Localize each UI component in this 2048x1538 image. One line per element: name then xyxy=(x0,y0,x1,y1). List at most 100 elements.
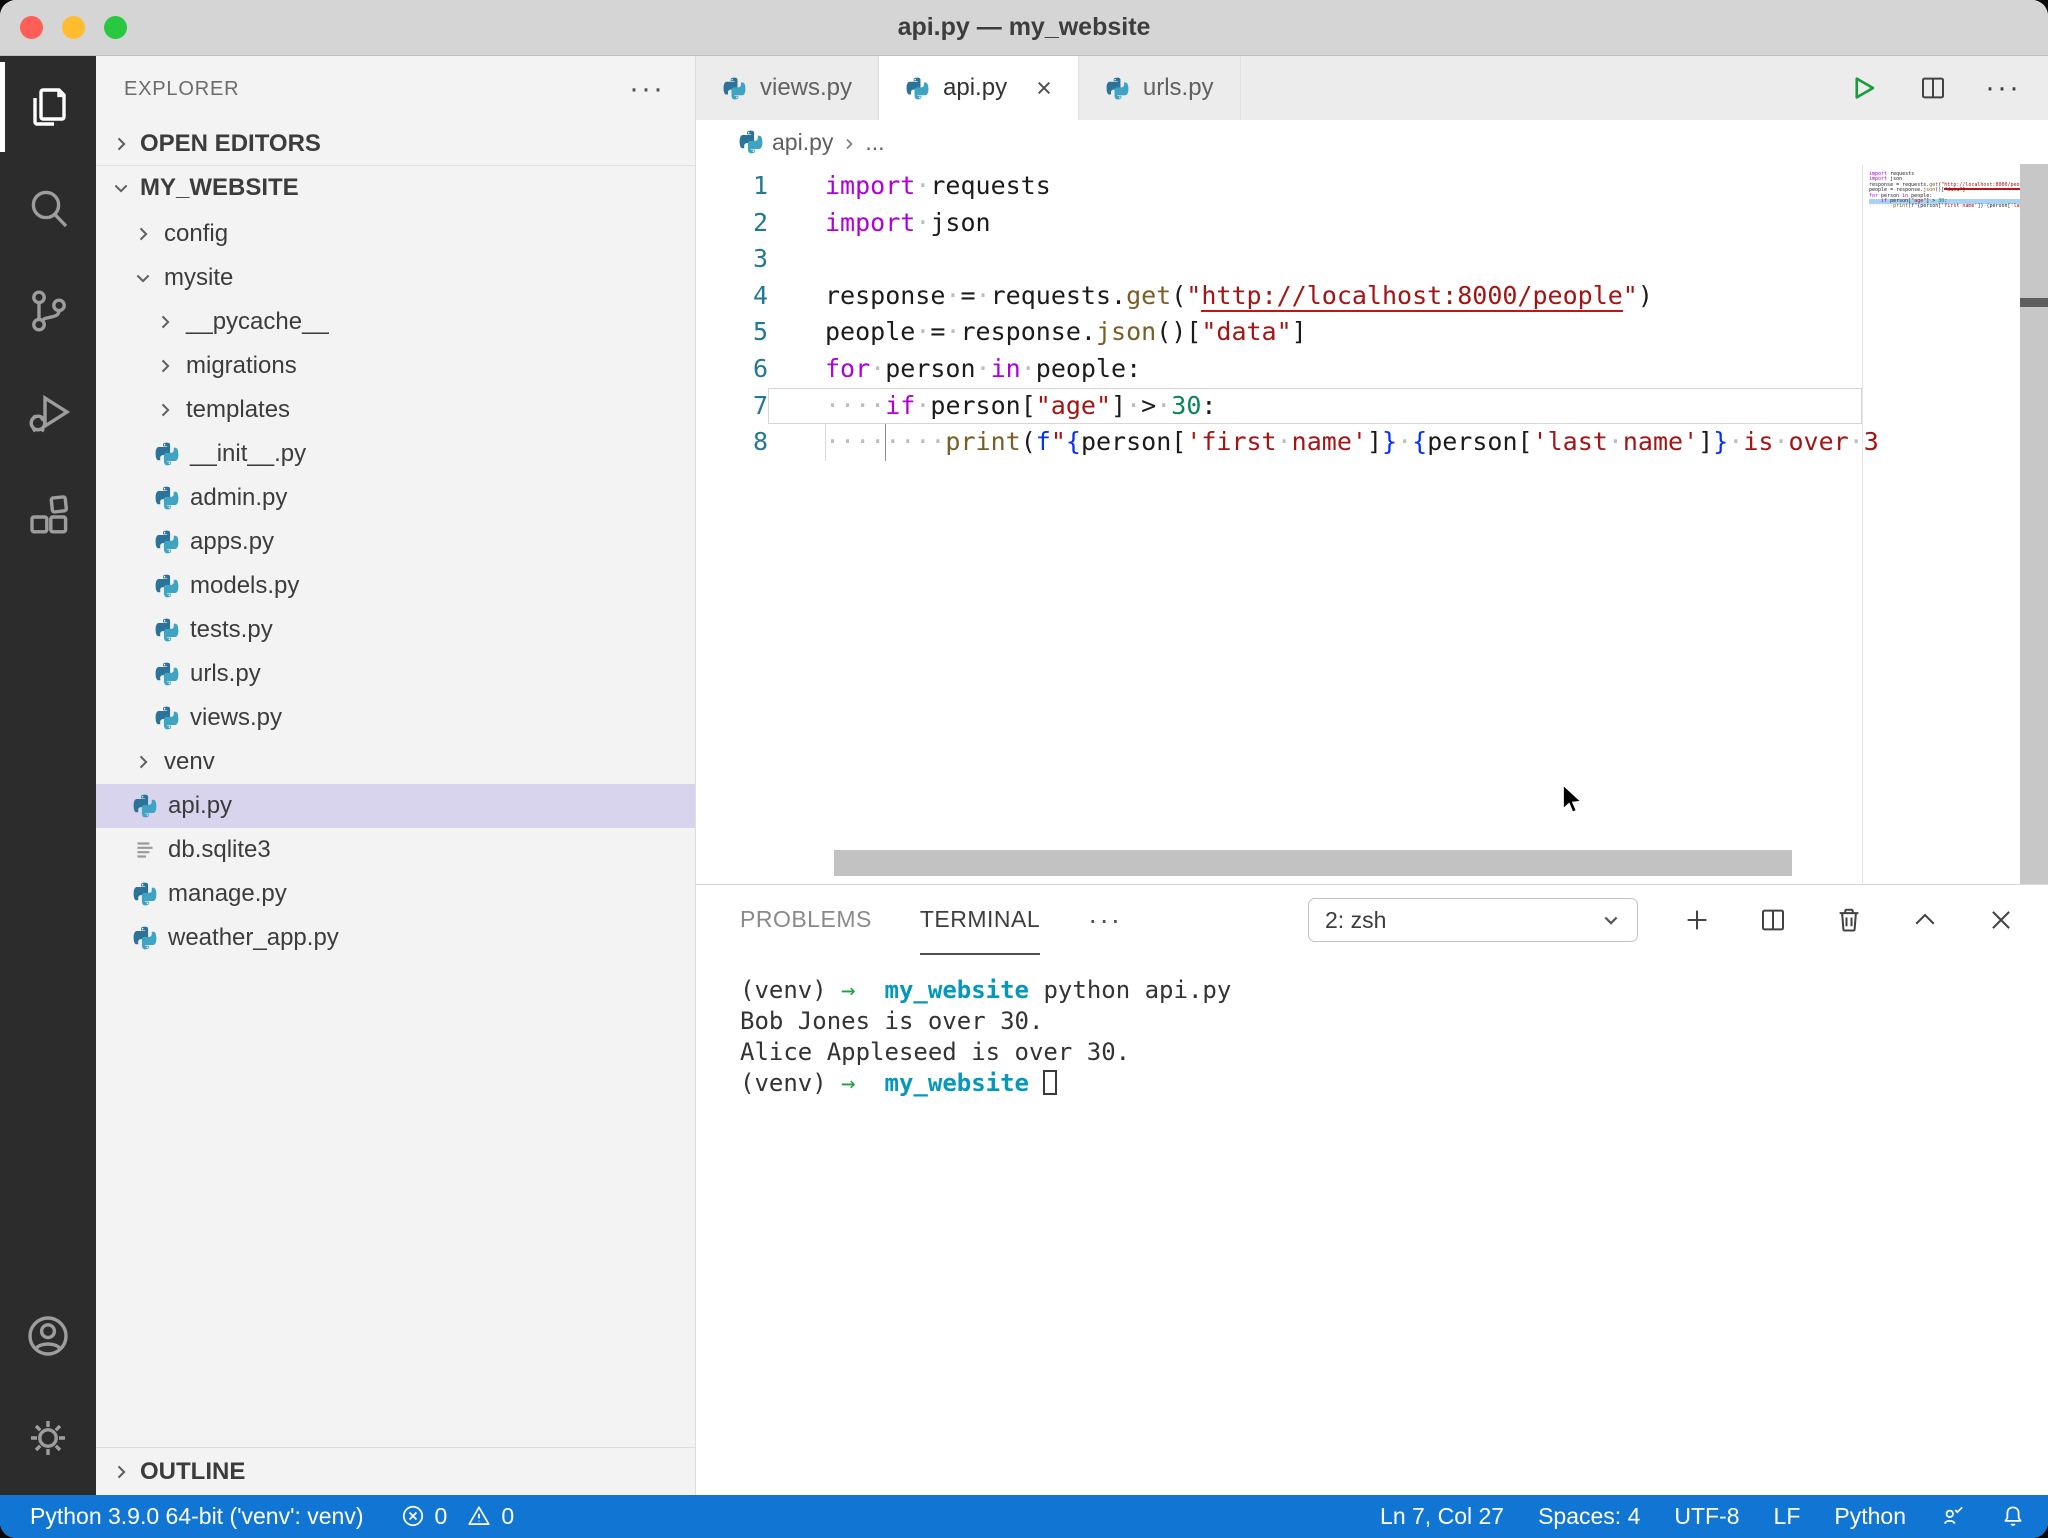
tree-item-migrations[interactable]: migrations xyxy=(96,344,695,388)
settings-gear-icon[interactable] xyxy=(0,1387,96,1489)
tree-item-label: tests.py xyxy=(190,616,273,644)
tree-item-__pycache__[interactable]: __pycache__ xyxy=(96,300,695,344)
close-panel-icon[interactable] xyxy=(1984,903,2018,937)
file-icon xyxy=(132,837,158,863)
line-number[interactable]: 1 xyxy=(696,168,768,205)
tree-item-weather_app.py[interactable]: weather_app.py xyxy=(96,916,695,960)
open-editors-section[interactable]: OPEN EDITORS xyxy=(96,122,695,166)
maximize-panel-icon[interactable] xyxy=(1908,903,1942,937)
tree-item-db.sqlite3[interactable]: db.sqlite3 xyxy=(96,828,695,872)
tree-item-api.py[interactable]: api.py xyxy=(96,784,695,828)
tree-item-urls.py[interactable]: urls.py xyxy=(96,652,695,696)
editor-more-actions-icon[interactable]: ··· xyxy=(1986,71,2020,105)
split-editor-icon[interactable] xyxy=(1916,71,1950,105)
line-number[interactable]: 4 xyxy=(696,278,768,315)
code-line-8[interactable]: 8········print(f"{person['first·name']}·… xyxy=(696,424,1862,461)
python-file-icon xyxy=(132,793,158,819)
line-number[interactable]: 2 xyxy=(696,205,768,242)
tree-item-apps.py[interactable]: apps.py xyxy=(96,520,695,564)
horizontal-scrollbar[interactable] xyxy=(834,850,1792,876)
breadcrumb[interactable]: api.py ... xyxy=(696,120,2048,164)
extensions-icon[interactable] xyxy=(0,464,96,566)
python-file-icon xyxy=(154,485,180,511)
minimize-window-button[interactable] xyxy=(62,16,85,39)
tree-item-tests.py[interactable]: tests.py xyxy=(96,608,695,652)
vscode-window: api.py — my_website xyxy=(0,0,2048,1538)
tree-item-admin.py[interactable]: admin.py xyxy=(96,476,695,520)
tree-item-mysite[interactable]: mysite xyxy=(96,256,695,300)
breadcrumb-tail[interactable]: ... xyxy=(865,129,884,156)
breadcrumb-file[interactable]: api.py xyxy=(772,129,833,156)
panel-tab-terminal[interactable]: TERMINAL xyxy=(920,885,1040,955)
tree-item-__init__.py[interactable]: __init__.py xyxy=(96,432,695,476)
source-control-icon[interactable] xyxy=(0,260,96,362)
encoding-status[interactable]: UTF-8 xyxy=(1674,1503,1739,1530)
tab-label: views.py xyxy=(760,74,852,102)
line-number[interactable]: 7 xyxy=(696,388,768,425)
tree-item-label: config xyxy=(164,220,228,248)
line-number[interactable]: 5 xyxy=(696,314,768,351)
tree-item-models.py[interactable]: models.py xyxy=(96,564,695,608)
editor-tab-views.py[interactable]: views.py xyxy=(696,56,879,120)
run-file-button[interactable] xyxy=(1846,71,1880,105)
code-line-3[interactable]: 3 xyxy=(696,241,1862,278)
code-line-4[interactable]: 4response·=·requests.get("http://localho… xyxy=(696,278,1862,315)
code-editor[interactable]: 1import·requests2import·json34response·=… xyxy=(696,164,2048,884)
new-terminal-icon[interactable] xyxy=(1680,903,1714,937)
tree-item-manage.py[interactable]: manage.py xyxy=(96,872,695,916)
line-number[interactable]: 3 xyxy=(696,241,768,278)
tree-item-config[interactable]: config xyxy=(96,212,695,256)
window-title: api.py — my_website xyxy=(898,13,1151,42)
indentation-status[interactable]: Spaces: 4 xyxy=(1538,1503,1640,1530)
tree-item-label: models.py xyxy=(190,572,299,600)
search-icon[interactable] xyxy=(0,158,96,260)
line-number[interactable]: 6 xyxy=(696,351,768,388)
panel-tab-problems[interactable]: PROBLEMS xyxy=(740,885,872,955)
outline-section[interactable]: OUTLINE xyxy=(96,1447,695,1495)
tree-item-label: templates xyxy=(186,396,290,424)
explorer-more-actions-icon[interactable]: ··· xyxy=(629,84,665,94)
panel-more-actions-icon[interactable]: ··· xyxy=(1088,904,1122,936)
line-number[interactable]: 8 xyxy=(696,424,768,461)
eol-status[interactable]: LF xyxy=(1774,1503,1801,1530)
python-file-icon xyxy=(132,925,158,951)
explorer-icon[interactable] xyxy=(0,56,96,158)
tree-item-label: views.py xyxy=(190,704,282,732)
close-window-button[interactable] xyxy=(20,16,43,39)
zoom-window-button[interactable] xyxy=(104,16,127,39)
python-file-icon xyxy=(722,76,747,101)
explorer-sidebar: EXPLORER ··· OPEN EDITORS MY_WEBSITE con… xyxy=(96,56,696,1495)
python-interpreter-status[interactable]: Python 3.9.0 64-bit ('venv': venv) xyxy=(30,1503,364,1530)
account-icon[interactable] xyxy=(0,1285,96,1387)
terminal-shell-select[interactable]: 2: zsh xyxy=(1308,898,1638,942)
code-line-1[interactable]: 1import·requests xyxy=(696,168,1862,205)
notifications-bell-icon[interactable] xyxy=(2000,1503,2026,1530)
feedback-icon[interactable] xyxy=(1940,1503,1966,1530)
python-file-icon xyxy=(154,441,180,467)
minimap-line: ········print(f"{person['first·name']}·{… xyxy=(1869,204,2020,209)
python-file-icon xyxy=(154,661,180,687)
vertical-scrollbar[interactable] xyxy=(2020,164,2048,884)
tree-item-views.py[interactable]: views.py xyxy=(96,696,695,740)
tree-item-templates[interactable]: templates xyxy=(96,388,695,432)
split-terminal-icon[interactable] xyxy=(1756,903,1790,937)
close-tab-icon[interactable]: × xyxy=(1036,75,1052,102)
tree-item-venv[interactable]: venv xyxy=(96,740,695,784)
cursor-position-status[interactable]: Ln 7, Col 27 xyxy=(1380,1503,1504,1530)
editor-tab-urls.py[interactable]: urls.py xyxy=(1079,56,1241,120)
code-line-6[interactable]: 6for·person·in·people: xyxy=(696,351,1862,388)
activity-bar xyxy=(0,56,96,1495)
chevron-down-icon xyxy=(1601,910,1621,930)
code-line-2[interactable]: 2import·json xyxy=(696,205,1862,242)
code-line-7[interactable]: 7····if·person["age"]·>·30: xyxy=(696,388,1862,425)
problems-status[interactable]: 0 0 xyxy=(400,1503,515,1530)
editor-tab-api.py[interactable]: api.py× xyxy=(879,56,1079,120)
terminal-output[interactable]: (venv) → my_website python api.pyBob Jon… xyxy=(696,955,2048,1495)
kill-terminal-trash-icon[interactable] xyxy=(1832,903,1866,937)
language-mode-status[interactable]: Python xyxy=(1834,1503,1906,1530)
minimap[interactable]: import·requestsimport·jsonresponse·=·req… xyxy=(1862,164,2020,884)
python-file-icon xyxy=(905,76,930,101)
code-line-5[interactable]: 5people·=·response.json()["data"] xyxy=(696,314,1862,351)
run-debug-icon[interactable] xyxy=(0,362,96,464)
workspace-root-section[interactable]: MY_WEBSITE xyxy=(96,166,695,210)
